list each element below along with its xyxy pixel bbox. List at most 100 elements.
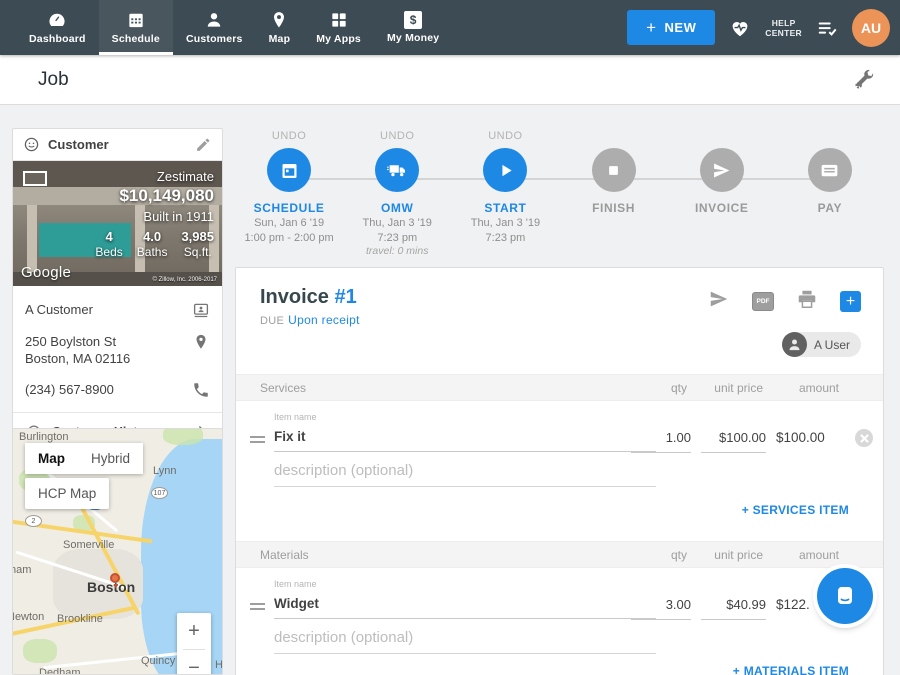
hcp-map-button[interactable]: HCP Map xyxy=(25,478,109,509)
customer-card-header: Customer xyxy=(13,129,222,161)
step-time: 7:23 pm xyxy=(486,231,526,245)
customer-address-row: 250 Boylston St Boston, MA 02116 xyxy=(25,326,210,374)
edit-pencil-icon[interactable] xyxy=(195,136,212,153)
job-location-pin[interactable] xyxy=(110,573,120,583)
nav-item-dashboard[interactable]: Dashboard xyxy=(16,0,99,55)
timeline-step-start: UNDO START Thu, Jan 3 '19 7:23 pm xyxy=(451,130,559,258)
map-label-quincy: Quincy xyxy=(141,655,175,667)
stat-sqft: 3,985Sq.ft. xyxy=(181,229,214,259)
invoice-step-button[interactable] xyxy=(700,148,744,192)
remove-service-item-button[interactable] xyxy=(855,429,873,447)
pdf-button[interactable]: PDF xyxy=(752,292,774,311)
materials-header-bar: Materials qty unit price amount xyxy=(236,541,883,568)
unit-price-column-header: unit price xyxy=(714,548,763,562)
invoice-title-text: Invoice xyxy=(260,286,329,308)
material-item-name-input[interactable] xyxy=(274,596,656,619)
map-widget[interactable]: Burlington Lynn 107 2 93 Somerville ham … xyxy=(12,428,223,675)
map-park xyxy=(23,639,57,663)
customer-phone-row: (234) 567-8900 xyxy=(25,374,210,406)
pay-step-button[interactable] xyxy=(808,148,852,192)
add-invoice-button[interactable]: + xyxy=(840,291,861,312)
heart-pulse-icon[interactable] xyxy=(729,17,751,39)
print-button[interactable] xyxy=(796,288,818,315)
invoice-due: DUEUpon receipt xyxy=(260,313,360,327)
step-date: Sun, Jan 6 '19 xyxy=(254,216,324,230)
task-list-icon[interactable] xyxy=(816,17,838,39)
add-materials-item-link[interactable]: + MATERIALS ITEM xyxy=(733,664,849,675)
new-button[interactable]: + NEW xyxy=(627,10,715,45)
services-header: Services xyxy=(260,381,306,395)
undo-start-link[interactable]: UNDO xyxy=(488,130,522,146)
app-screen: Dashboard Schedule Customers Map My Apps… xyxy=(0,0,900,675)
due-terms-link[interactable]: Upon receipt xyxy=(288,313,360,327)
nav-item-schedule[interactable]: Schedule xyxy=(99,0,173,55)
invoice-title: Invoice #1 xyxy=(260,286,357,309)
drag-handle[interactable] xyxy=(250,603,265,613)
customer-name: A Customer xyxy=(25,301,192,318)
invoice-number[interactable]: #1 xyxy=(334,286,356,308)
map-pin-icon xyxy=(269,10,289,30)
unit-price-column-header: unit price xyxy=(714,381,763,395)
job-timeline: UNDO SCHEDULE Sun, Jan 6 '19 1:00 pm - 2… xyxy=(235,130,884,258)
help-line2: CENTER xyxy=(765,28,802,38)
service-unit-price-input[interactable] xyxy=(701,430,766,453)
help-line1: HELP xyxy=(765,18,802,28)
service-description-input[interactable] xyxy=(274,462,656,487)
nav-item-map[interactable]: Map xyxy=(256,0,304,55)
chat-support-button[interactable] xyxy=(817,568,873,624)
nav-tabs: Dashboard Schedule Customers Map My Apps… xyxy=(0,0,452,55)
map-zoom-control: + − xyxy=(177,613,211,675)
timeline-step-omw: UNDO OMW Thu, Jan 3 '19 7:23 pm travel: … xyxy=(343,130,451,258)
send-invoice-button[interactable] xyxy=(708,288,730,315)
nav-label: Dashboard xyxy=(29,33,86,45)
phone-icon[interactable] xyxy=(192,381,210,399)
customers-person-icon xyxy=(204,10,224,30)
nav-item-customers[interactable]: Customers xyxy=(173,0,256,55)
add-services-item-link[interactable]: + SERVICES ITEM xyxy=(742,503,849,517)
zestimate-label: Zestimate xyxy=(95,169,214,184)
map-label-waltham: ham xyxy=(12,564,31,576)
help-center-link[interactable]: HELP CENTER xyxy=(765,18,802,38)
step-time: 7:23 pm xyxy=(377,231,417,245)
map-label-lynn: Lynn xyxy=(153,465,176,477)
finish-step-button[interactable] xyxy=(592,148,636,192)
nav-item-my-apps[interactable]: My Apps xyxy=(303,0,374,55)
nav-item-my-money[interactable]: $ My Money xyxy=(374,0,452,55)
service-qty-input[interactable] xyxy=(631,430,691,453)
map-label-hingham: Hi xyxy=(215,659,223,671)
map-label-newton: Newton xyxy=(12,611,44,623)
nav-label: Map xyxy=(269,33,291,45)
page-header: Job xyxy=(0,55,900,105)
truck-icon xyxy=(387,160,408,181)
material-unit-price-input[interactable] xyxy=(701,597,766,620)
start-step-button[interactable] xyxy=(483,148,527,192)
drag-handle[interactable] xyxy=(250,436,265,446)
customer-name-row: A Customer xyxy=(25,294,210,326)
contact-card-icon[interactable] xyxy=(192,301,210,319)
map-layer-hybrid-button[interactable]: Hybrid xyxy=(78,443,143,474)
map-label-brookline: Brookline xyxy=(57,613,103,625)
material-qty-input[interactable] xyxy=(631,597,691,620)
undo-schedule-link[interactable]: UNDO xyxy=(272,130,306,146)
map-layer-toggle: Map Hybrid xyxy=(25,443,143,474)
location-pin-icon[interactable] xyxy=(192,333,210,351)
amount-column-header: amount xyxy=(799,381,839,395)
zoom-in-button[interactable]: + xyxy=(177,613,211,649)
omw-step-button[interactable] xyxy=(375,148,419,192)
job-settings-button[interactable] xyxy=(852,68,878,94)
map-park xyxy=(163,428,203,445)
material-description-input[interactable] xyxy=(274,629,656,654)
route-2-shield: 2 xyxy=(25,515,42,527)
schedule-step-button[interactable] xyxy=(267,148,311,192)
invoice-card: Invoice #1 DUEUpon receipt PDF + A User … xyxy=(235,267,884,675)
assigned-user-pill[interactable]: A User xyxy=(782,332,861,357)
undo-omw-link[interactable]: UNDO xyxy=(380,130,414,146)
map-layer-map-button[interactable]: Map xyxy=(25,443,78,474)
service-item-name-input[interactable] xyxy=(274,429,656,452)
step-label: OMW xyxy=(381,201,413,215)
chat-bubble-icon xyxy=(831,582,859,610)
zoom-out-button[interactable]: − xyxy=(177,650,211,675)
user-avatar[interactable]: AU xyxy=(852,9,890,47)
street-view-toggle-icon[interactable] xyxy=(23,171,47,186)
printer-icon xyxy=(796,288,818,310)
